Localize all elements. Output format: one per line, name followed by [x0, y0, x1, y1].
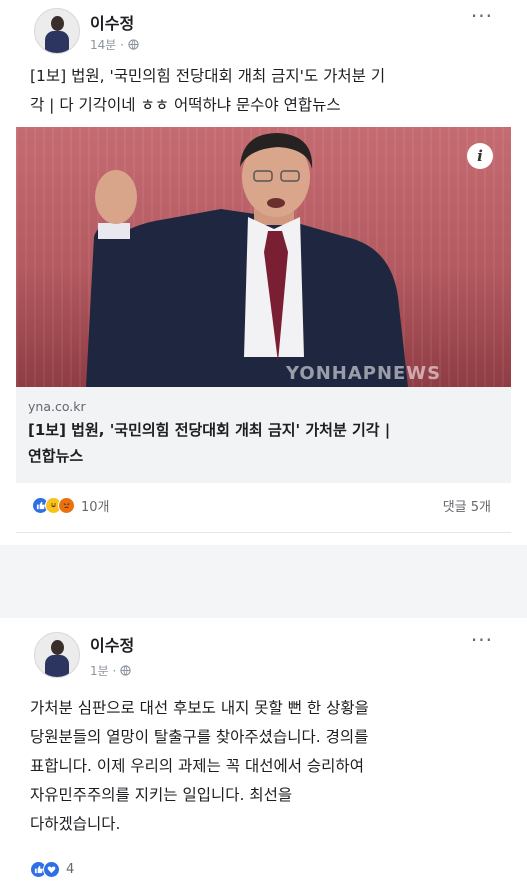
- post-time[interactable]: 1분: [90, 664, 109, 678]
- post-time[interactable]: 14분: [90, 38, 116, 52]
- globe-icon: [120, 664, 131, 678]
- meta-separator: ·: [120, 38, 128, 52]
- post-text-line: 자유민주주의를 지키는 일입니다. 최선을: [30, 786, 293, 804]
- photo-watermark: YONHAPNEWS: [286, 363, 442, 384]
- link-title-line: 연합뉴스: [28, 447, 84, 465]
- info-icon[interactable]: i: [467, 143, 493, 169]
- post-text-line: 가처분 심판으로 대선 후보도 내지 못할 뻔 한 상황을: [30, 699, 369, 717]
- post-text: 가처분 심판으로 대선 후보도 내지 못할 뻔 한 상황을 당원분들의 열망이 …: [30, 694, 510, 839]
- post-meta: 14분 ·: [90, 36, 139, 53]
- post-text-line: 다하겠습니다.: [30, 815, 121, 833]
- author-name[interactable]: 이수정: [90, 632, 134, 656]
- meta-separator: ·: [112, 664, 121, 678]
- reactions-summary[interactable]: 4: [30, 861, 74, 878]
- link-title-line: [1보] 법원, '국민의힘 전당대회 개최 금지' 가처분 기각 |: [28, 421, 391, 439]
- link-title: [1보] 법원, '국민의힘 전당대회 개최 금지' 가처분 기각 | 연합뉴스: [28, 417, 503, 469]
- feed-post-2: 이수정 1분 · ··· 가처분 심판으로 대선 후보도 내지 못할 뻔 한 상…: [0, 618, 527, 887]
- post-text-line: [1보] 법원, '국민의힘 전당대회 개최 금지'도 가처분 기: [30, 67, 386, 85]
- post-text-line: 각 | 다 기각이네 ㅎㅎ 어떡하냐 문수야 연합뉴스: [30, 96, 341, 114]
- post-text: [1보] 법원, '국민의힘 전당대회 개최 금지'도 가처분 기 각 | 다 …: [30, 62, 510, 120]
- link-preview-image[interactable]: YONHAPNEWS i: [16, 127, 511, 387]
- more-options-button[interactable]: ···: [471, 4, 493, 28]
- author-avatar[interactable]: [34, 632, 80, 678]
- reaction-count: 4: [66, 862, 75, 877]
- feed-post-1: 이수정 14분 · ··· [1보] 법원, '국민의힘 전당대회 개최 금지'…: [0, 0, 527, 545]
- love-icon: [43, 861, 60, 878]
- divider: [16, 532, 511, 533]
- globe-icon: [128, 38, 139, 52]
- reactions-summary[interactable]: 10개: [32, 496, 110, 515]
- post-text-line: 당원분들의 열망이 탈출구를 찾아주셨습니다. 경의를: [30, 728, 369, 746]
- post-meta: 1분 ·: [90, 662, 131, 679]
- link-domain: yna.co.kr: [28, 399, 86, 414]
- angry-icon: [58, 497, 75, 514]
- author-name[interactable]: 이수정: [90, 10, 134, 34]
- more-options-button[interactable]: ···: [471, 628, 493, 652]
- feed-separator: [0, 545, 527, 618]
- post-text-line: 표합니다. 이제 우리의 과제는 꼭 대선에서 승리하여: [30, 757, 364, 775]
- reaction-count: 10개: [81, 500, 110, 515]
- author-avatar[interactable]: [34, 8, 80, 54]
- speaker-photo: [86, 133, 408, 387]
- comments-count[interactable]: 댓글 5개: [443, 496, 491, 515]
- link-preview-card[interactable]: yna.co.kr [1보] 법원, '국민의힘 전당대회 개최 금지' 가처분…: [16, 387, 511, 483]
